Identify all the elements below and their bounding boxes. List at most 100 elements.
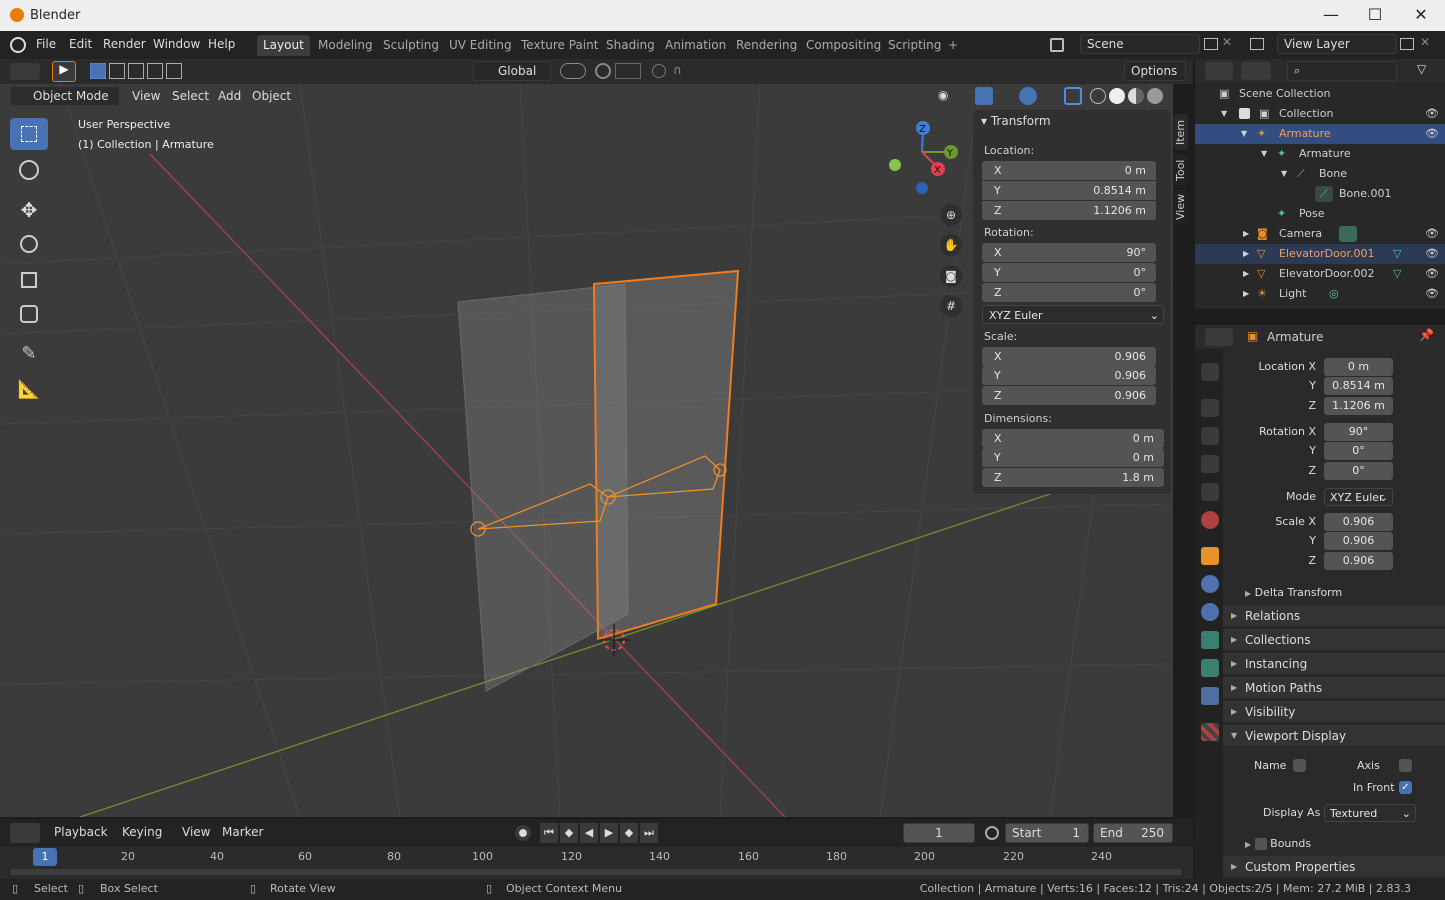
rotation-z-field[interactable]: Z 0° [982, 283, 1156, 302]
menu-keying[interactable]: Keying [122, 822, 162, 842]
prop-location-x[interactable]: 0 m [1324, 358, 1393, 376]
maximize-button[interactable]: ☐ [1360, 4, 1390, 26]
select-invert-icon[interactable] [147, 63, 163, 79]
outliner-editor-type-icon[interactable] [1205, 62, 1233, 80]
panel-custom-properties[interactable]: ▶ Custom Properties [1223, 856, 1445, 878]
rotate-tool-icon[interactable] [10, 228, 48, 260]
panel-visibility[interactable]: ▶ Visibility [1223, 701, 1445, 723]
select-box-tool-icon[interactable] [10, 118, 48, 150]
panel-viewport-display[interactable]: ▼ Viewport Display [1223, 725, 1445, 747]
object-tab-icon[interactable] [1201, 547, 1219, 565]
display-mode-icon[interactable] [1241, 62, 1271, 80]
menu-edit[interactable]: Edit [69, 37, 92, 51]
prop-scale-y[interactable]: 0.906 [1324, 532, 1393, 550]
pivot-point-icon[interactable] [560, 63, 586, 79]
blender-menu-icon[interactable] [10, 37, 26, 53]
tab-scripting[interactable]: Scripting [882, 35, 947, 56]
view-layer-field[interactable]: View Layer [1277, 34, 1397, 54]
output-tab-icon[interactable] [1201, 427, 1219, 445]
transform-orientation-dropdown[interactable]: Global [473, 61, 551, 81]
menu-select[interactable]: Select [172, 86, 209, 106]
object-data-tab-icon[interactable] [1201, 631, 1219, 649]
scale-z-field[interactable]: Z 0.906 [982, 386, 1156, 405]
jump-start-icon[interactable]: ⏮ [540, 823, 558, 843]
preview-range-icon[interactable] [985, 826, 999, 840]
playhead[interactable]: 1 [33, 848, 57, 866]
menu-marker[interactable]: Marker [222, 822, 263, 842]
tab-compositing[interactable]: Compositing [800, 35, 887, 56]
editor-type-icon[interactable] [10, 63, 40, 80]
prop-location-z[interactable]: 1.1206 m [1324, 397, 1393, 415]
prop-rotation-y[interactable]: 0° [1324, 442, 1393, 460]
next-keyframe-icon[interactable]: ◆ [620, 823, 638, 843]
menu-view[interactable]: View [132, 86, 160, 106]
scene-name-field[interactable]: Scene [1080, 34, 1200, 54]
perspective-toggle-icon[interactable]: # [940, 295, 962, 317]
eye-icon[interactable]: 👁 [1425, 244, 1439, 264]
transform-tool-icon[interactable] [10, 298, 48, 330]
rotation-mode-dropdown[interactable]: XYZ Euler ⌄ [982, 305, 1164, 324]
end-frame-field[interactable]: End 250 [1093, 823, 1173, 843]
solid-shading-icon[interactable] [1109, 88, 1125, 104]
prev-keyframe-icon[interactable]: ◆ [560, 823, 578, 843]
menu-help[interactable]: Help [208, 37, 235, 51]
axis-checkbox[interactable] [1399, 759, 1412, 772]
properties-editor-type-icon[interactable] [1205, 328, 1233, 346]
elevator-door-001[interactable] [592, 269, 740, 641]
prop-rotation-z[interactable]: 0° [1324, 462, 1393, 480]
outliner-row-collection[interactable]: ▼ ▣ Collection 👁 [1195, 104, 1445, 124]
add-workspace-button[interactable]: + [942, 35, 964, 56]
close-button[interactable]: ✕ [1406, 4, 1436, 26]
sidebar-tab-view[interactable]: View [1174, 190, 1188, 224]
menu-add[interactable]: Add [218, 86, 241, 106]
panel-collections[interactable]: ▶ Collections [1223, 629, 1445, 651]
options-dropdown[interactable]: Options [1124, 61, 1186, 81]
tab-shading[interactable]: Shading [600, 35, 661, 56]
record-icon[interactable] [515, 825, 531, 841]
tab-rendering[interactable]: Rendering [730, 35, 803, 56]
tab-modeling[interactable]: Modeling [312, 35, 379, 56]
proportional-falloff-icon[interactable]: ∩ [673, 63, 701, 79]
eye-icon[interactable]: 👁 [1425, 284, 1439, 304]
menu-render[interactable]: Render [103, 37, 146, 51]
scale-x-field[interactable]: X 0.906 [982, 347, 1156, 366]
outliner-row-scene-collection[interactable]: ▣ Scene Collection [1195, 84, 1445, 104]
camera-view-icon[interactable]: ◙ [940, 265, 962, 287]
prop-scale-x[interactable]: 0.906 [1324, 513, 1393, 531]
play-icon[interactable]: ▶ [600, 823, 618, 843]
scale-y-field[interactable]: Y 0.906 [982, 366, 1156, 385]
outliner-search-input[interactable]: ⌕ [1287, 61, 1397, 81]
view-layer-icon[interactable] [1250, 38, 1264, 50]
world-tab-icon[interactable] [1201, 511, 1219, 529]
menu-timeline-view[interactable]: View [182, 822, 210, 842]
filter-icon[interactable]: ▽ [1417, 62, 1426, 76]
menu-window[interactable]: Window [153, 37, 200, 51]
outliner-row-armature[interactable]: ▼ ✦ Armature 👁 [1195, 124, 1445, 144]
rotation-y-field[interactable]: Y 0° [982, 263, 1156, 282]
tab-uv-editing[interactable]: UV Editing [443, 35, 518, 56]
location-y-field[interactable]: Y 0.8514 m [982, 181, 1156, 200]
eye-icon[interactable]: 👁 [1425, 224, 1439, 244]
delete-view-layer-icon[interactable]: ✕ [1420, 35, 1430, 49]
prop-scale-z[interactable]: 0.906 [1324, 552, 1393, 570]
timeline-editor-type-icon[interactable] [10, 823, 40, 843]
timeline-scrollbar[interactable] [10, 869, 1182, 875]
eye-icon[interactable]: 👁 [1425, 264, 1439, 284]
delete-scene-icon[interactable]: ✕ [1222, 35, 1232, 49]
outliner-row-elevator-door-001[interactable]: ▶ ▽ ElevatorDoor.001 ▽ 👁 [1195, 244, 1445, 264]
rotation-mode-dropdown[interactable]: XYZ Euler ⌄ [1324, 488, 1393, 506]
scene-tab-icon[interactable] [1201, 483, 1219, 501]
visibility-icon[interactable]: ◉ [938, 88, 958, 104]
menu-file[interactable]: File [36, 37, 56, 51]
eye-icon[interactable]: 👁 [1425, 124, 1439, 144]
render-tab-icon[interactable] [1201, 399, 1219, 417]
dimensions-z-field[interactable]: Z 1.8 m [982, 468, 1164, 487]
outliner-row-light[interactable]: ▶ ☀ Light ◎ 👁 [1195, 284, 1445, 304]
panel-relations[interactable]: ▶ Relations [1223, 605, 1445, 627]
measure-tool-icon[interactable]: 📐 [10, 374, 48, 406]
current-frame-field[interactable]: 1 [903, 823, 975, 843]
scene-icon[interactable] [1050, 38, 1064, 52]
zoom-icon[interactable]: ⊕ [940, 204, 962, 226]
menu-object[interactable]: Object [252, 86, 291, 106]
bounds-subpanel[interactable]: ▶ Bounds [1245, 837, 1311, 850]
